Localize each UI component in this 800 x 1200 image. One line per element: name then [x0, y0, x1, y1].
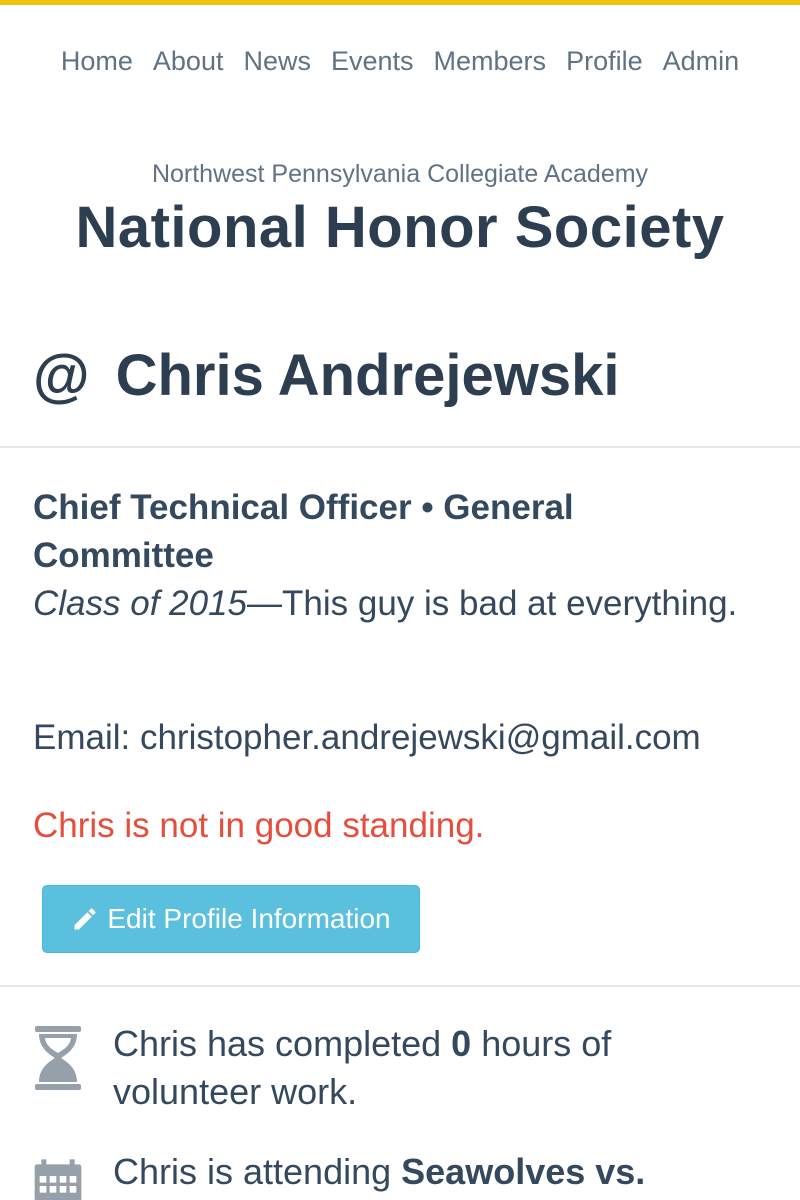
attending-prefix: Chris is attending — [113, 1151, 402, 1192]
nav-home[interactable]: Home — [51, 44, 143, 78]
hourglass-icon — [35, 1026, 81, 1090]
member-email: Email: christopher.andrejewski@gmail.com — [33, 718, 701, 757]
hours-prefix: Chris has completed — [113, 1023, 452, 1064]
role-line-2: Committee — [33, 536, 214, 575]
school-name: Northwest Pennsylvania Collegiate Academ… — [151, 160, 649, 188]
member-bio: Class of 2015—This guy is bad at everyth… — [33, 580, 753, 628]
volunteer-hours-stat: Chris has completed 0 hours of volunteer… — [33, 1020, 753, 1116]
divider — [0, 446, 800, 448]
organization-title: National Honor Society — [75, 195, 725, 260]
edit-profile-button[interactable]: Edit Profile Information — [42, 885, 420, 953]
calendar-icon — [34, 1159, 82, 1200]
attending-text: Chris is attending Seawolves vs. — [113, 1148, 753, 1196]
nav-about[interactable]: About — [143, 44, 234, 78]
member-header: @ Chris Andrejewski — [33, 342, 619, 409]
nav-news[interactable]: News — [233, 44, 321, 78]
divider — [0, 985, 800, 987]
nav-admin[interactable]: Admin — [653, 44, 750, 78]
hours-value: 0 — [451, 1023, 472, 1064]
nav-events[interactable]: Events — [321, 44, 424, 78]
main-nav: Home About News Events Members Profile A… — [0, 44, 800, 78]
volunteer-hours-text: Chris has completed 0 hours of volunteer… — [113, 1020, 753, 1116]
bio-text: —This guy is bad at everything. — [247, 584, 738, 623]
nav-members[interactable]: Members — [424, 44, 557, 78]
standing-warning: Chris is not in good standing. — [33, 806, 485, 845]
member-role: Chief Technical Officer • General Commit… — [33, 484, 753, 580]
attending-event-link[interactable]: Seawolves vs. — [401, 1151, 645, 1192]
attending-stat: Chris is attending Seawolves vs. — [33, 1148, 753, 1200]
accent-bar — [0, 0, 800, 5]
member-name: Chris Andrejewski — [115, 343, 620, 408]
role-line-1: Chief Technical Officer • General — [33, 488, 574, 527]
class-year: Class of 2015 — [33, 584, 248, 623]
at-symbol: @ — [33, 343, 90, 408]
nav-profile[interactable]: Profile — [556, 44, 653, 78]
pencil-icon — [74, 908, 96, 930]
edit-profile-label: Edit Profile Information — [107, 903, 391, 934]
